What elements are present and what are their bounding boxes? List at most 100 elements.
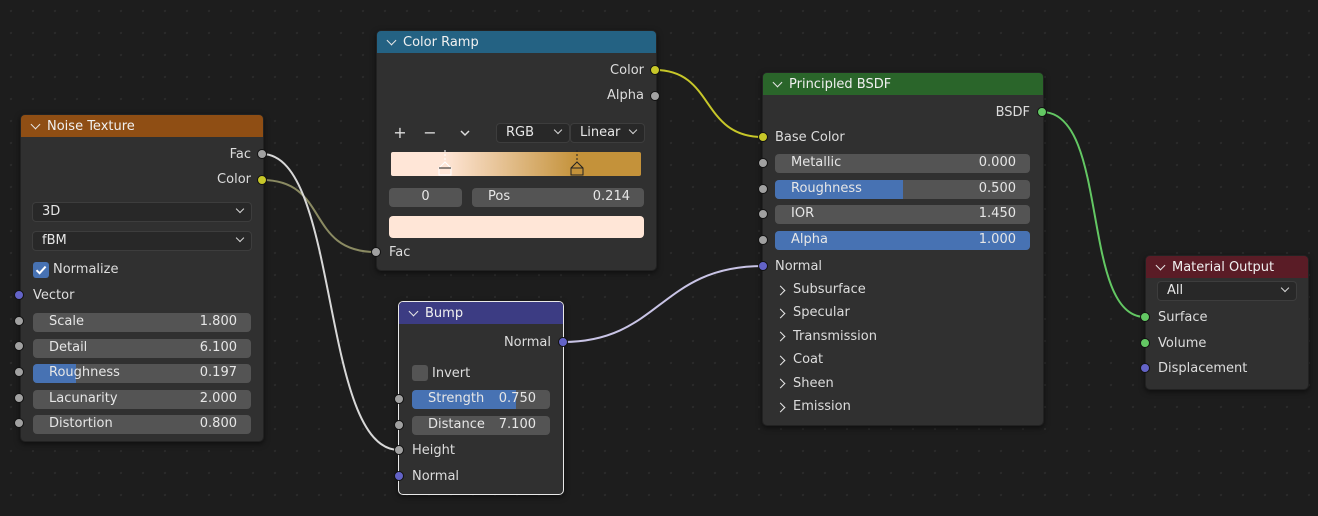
socket-normal-in[interactable] [758,261,768,271]
chevron-down-icon[interactable] [773,79,783,89]
socket-noise-detail-in[interactable] [14,341,24,351]
normalize-label: Normalize [53,262,119,277]
socket-displacement-in[interactable] [1140,363,1150,373]
panel-label: Emission [793,399,851,414]
field-value: 0.197 [199,365,237,381]
chevron-down-icon[interactable] [387,37,397,47]
node-title: Bump [425,305,464,321]
principled-bsdf-node[interactable]: Principled BSDF BSDF Base Color Metallic… [762,72,1044,426]
checkmark-icon [35,265,47,275]
bump-node[interactable]: Bump Normal Invert Strength 0.750 Distance… [398,301,564,495]
color-mode-dropdown[interactable]: RGB [496,123,570,143]
panel-subsurface[interactable]: Subsurface [777,282,866,297]
socket-bump-normal-in[interactable] [394,471,404,481]
socket-noise-color-out[interactable] [257,175,267,185]
plus-icon[interactable]: + [391,124,409,142]
socket-bsdf-out[interactable] [1037,107,1047,117]
socket-bump-height-in[interactable] [394,445,404,455]
noise-texture-node[interactable]: Noise Texture Fac Color 3D fBM Normalize… [20,114,264,442]
panel-label: Subsurface [793,282,866,297]
socket-roughness-in[interactable] [758,184,768,194]
bump-field-strength[interactable]: Strength 0.750 [412,390,550,409]
color-mode-value: RGB [506,125,535,140]
noise_texture-field-scale[interactable]: Scale 1.800 [33,313,251,332]
socket-bump-normal-out[interactable] [558,337,568,347]
interpolation-dropdown[interactable]: Linear [570,123,645,143]
panel-emission[interactable]: Emission [777,399,851,414]
ramp-stop-active[interactable] [438,150,452,182]
noise_texture-field-roughness[interactable]: Roughness 0.197 [33,364,251,384]
socket-noise-distortion-in[interactable] [14,418,24,428]
noise-texture-header[interactable]: Noise Texture [21,115,263,137]
chevron-down-icon[interactable] [409,308,419,318]
active-stop-index-field[interactable]: 0 [389,188,462,207]
dimension-value: 3D [42,204,61,219]
field-name: Metallic [791,155,842,170]
output-normal-label: Normal [503,335,551,350]
socket-noise-fac-out[interactable] [257,149,267,159]
color-ramp-header[interactable]: Color Ramp [377,31,656,53]
normalize-checkbox[interactable] [33,262,49,278]
principled-bsdf-header[interactable]: Principled BSDF [763,73,1043,95]
socket-noise-roughness-in[interactable] [14,367,24,377]
socket-metallic-in[interactable] [758,158,768,168]
bump-field-distance[interactable]: Distance 7.100 [412,416,550,435]
color-ramp-node[interactable]: Color Ramp Color Alpha + − RGB Linear 0 … [376,30,657,271]
material-output-header[interactable]: Material Output [1146,256,1308,278]
socket-volume-in[interactable] [1140,338,1150,348]
socket-ramp-fac-in[interactable] [371,247,381,257]
socket-noise-lacunarity-in[interactable] [14,393,24,403]
stop-color-swatch[interactable] [389,216,644,238]
chevron-right-icon [777,285,787,295]
minus-icon[interactable]: − [421,124,439,142]
ramp-stop[interactable] [570,150,584,182]
panel-specular[interactable]: Specular [777,305,850,320]
socket-ramp-color-out[interactable] [650,65,660,75]
chevron-down-icon[interactable] [1156,262,1166,272]
socket-surface-in[interactable] [1140,312,1150,322]
socket-bump-distance-in[interactable] [394,420,404,430]
socket-bump-strength-in[interactable] [394,394,404,404]
dimension-dropdown[interactable]: 3D [32,202,252,222]
panel-coat[interactable]: Coat [777,352,823,367]
chevron-down-icon[interactable] [456,125,474,143]
panel-sheen[interactable]: Sheen [777,376,834,391]
socket-ramp-alpha-out[interactable] [650,91,660,101]
field-value: 1.800 [199,314,237,329]
noise_texture-field-distortion[interactable]: Distortion 0.800 [33,415,251,435]
material-output-node[interactable]: Material Output All Surface Volume Displ… [1145,255,1309,390]
input-fac-label: Fac [389,245,411,260]
noise_texture-field-lacunarity[interactable]: Lacunarity 2.000 [33,389,251,409]
field-value: 7.100 [498,417,536,432]
panel-label: Sheen [793,375,834,391]
target-dropdown[interactable]: All [1157,281,1297,301]
socket-noise-scale-in[interactable] [14,316,24,326]
socket-base-color-in[interactable] [758,132,768,142]
socket-noise-vector-in[interactable] [14,290,24,300]
chevron-down-icon[interactable] [31,121,41,131]
link-bsdf-to-surface [1041,111,1146,318]
field-value: 0.800 [199,416,237,432]
principled-field-ior[interactable]: IOR 1.450 [775,205,1030,225]
field-name: Distance [428,417,485,432]
invert-label: Invert [432,366,471,381]
principled-field-metallic[interactable]: Metallic 0.000 [775,154,1030,173]
principled-field-roughness[interactable]: Roughness 0.500 [775,179,1030,199]
stop-position-label: Pos [488,189,511,204]
bump-header[interactable]: Bump [399,302,563,324]
socket-ior-in[interactable] [758,209,768,219]
color-ramp-gradient[interactable] [391,150,641,176]
chevron-down-icon [235,206,245,216]
socket-alpha-in[interactable] [758,235,768,245]
invert-checkbox[interactable] [412,365,428,381]
chevron-down-icon [628,127,638,137]
chevron-right-icon [777,402,787,412]
field-name: Distortion [49,416,113,432]
noise_texture-field-detail[interactable]: Detail 6.100 [33,338,251,358]
stop-position-field[interactable]: Pos 0.214 [472,188,644,207]
chevron-right-icon [777,355,787,365]
principled-field-alpha[interactable]: Alpha 1.000 [775,231,1030,251]
noise-type-dropdown[interactable]: fBM [32,231,252,251]
output-fac-label: Fac [229,147,251,162]
panel-transmission[interactable]: Transmission [777,329,877,344]
